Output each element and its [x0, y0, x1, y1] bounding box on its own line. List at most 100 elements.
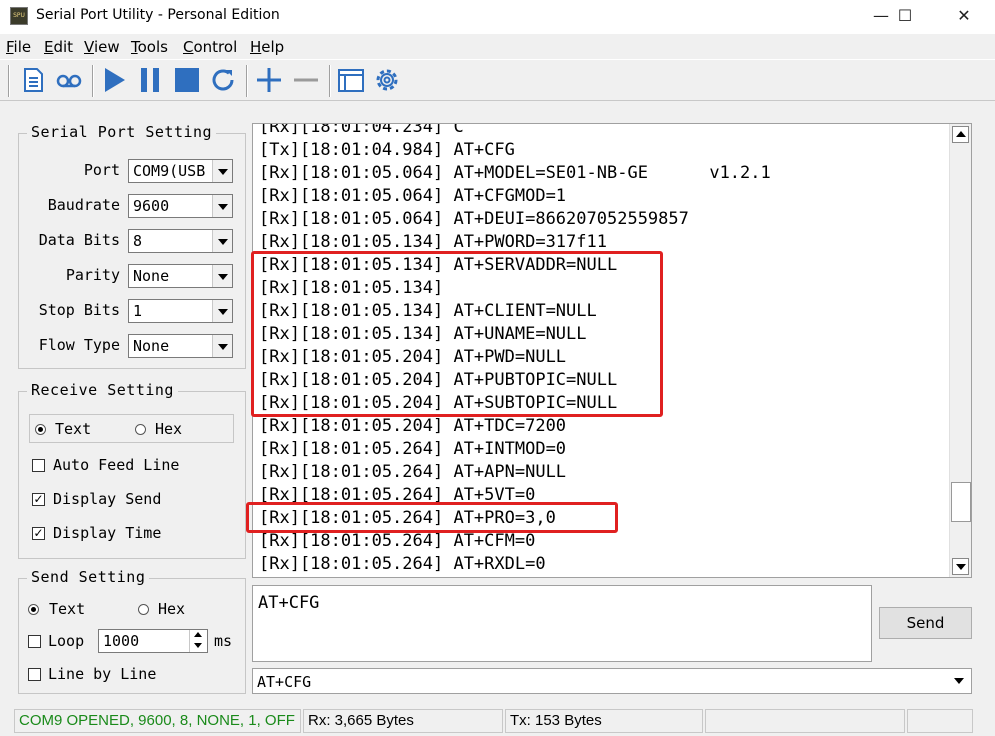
scroll-down-icon[interactable] [952, 558, 969, 575]
display-send-checkbox[interactable]: ✓ [32, 493, 45, 506]
chevron-down-icon [212, 160, 232, 182]
loop-label: Loop [48, 632, 85, 650]
refresh-button[interactable] [207, 64, 239, 96]
menu-view[interactable]: View [84, 38, 120, 56]
scroll-thumb[interactable] [951, 482, 971, 522]
toolbar-separator [329, 65, 331, 97]
title-bar: SPU Serial Port Utility - Personal Editi… [0, 0, 995, 34]
close-button[interactable]: ✕ [941, 0, 987, 34]
settings-icon [376, 69, 398, 91]
baudrate-select[interactable]: 9600 [128, 194, 233, 218]
port-select[interactable]: COM9(USB [128, 159, 233, 183]
receive-title: Receive Setting [27, 381, 178, 399]
pause-icon [141, 68, 159, 92]
log-line: [Rx][18:01:05.064] AT+DEUI=8662070525598… [259, 209, 689, 229]
log-line: [Rx][18:01:05.204] AT+TDC=7200 [259, 416, 567, 436]
send-text-radio[interactable] [28, 604, 39, 615]
send-input-text: AT+CFG [258, 593, 320, 613]
status-pane-empty [705, 709, 905, 733]
close-icon: ✕ [957, 6, 971, 25]
play-icon [105, 68, 125, 92]
log-line: [Rx][18:01:04.234] C [259, 123, 464, 137]
menu-bar: File Edit View Tools Control Help [0, 35, 995, 59]
send-text-label: Text [49, 600, 86, 618]
menu-edit[interactable]: Edit [44, 38, 73, 56]
receive-hex-label: Hex [155, 420, 183, 438]
port-status: COM9 OPENED, 9600, 8, NONE, 1, OFF [14, 709, 301, 733]
chevron-down-icon [212, 230, 232, 252]
remove-button[interactable] [290, 64, 322, 96]
flow-type-select[interactable]: None [128, 334, 233, 358]
chevron-down-icon [212, 265, 232, 287]
history-combo[interactable]: AT+CFG [252, 668, 972, 694]
data-bits-select[interactable]: 8 [128, 229, 233, 253]
pause-button[interactable] [134, 64, 166, 96]
display-time-label: Display Time [53, 524, 162, 542]
display-send-label: Display Send [53, 490, 162, 508]
data-bits-label: Data Bits [38, 231, 120, 249]
send-setting-title: Send Setting [27, 568, 150, 586]
loop-interval-stepper[interactable]: 1000 [98, 629, 208, 653]
play-button[interactable] [98, 64, 130, 96]
maximize-icon: ☐ [897, 6, 913, 25]
toolbar-grip [8, 65, 10, 97]
log-line: [Tx][18:01:04.984] AT+CFG [259, 140, 515, 160]
record-button[interactable] [53, 64, 85, 96]
log-scrollbar[interactable] [949, 124, 971, 577]
highlight-box-pro [246, 502, 618, 533]
stop-button[interactable] [171, 64, 203, 96]
send-hex-label: Hex [158, 600, 186, 618]
add-button[interactable] [253, 64, 285, 96]
send-input[interactable]: AT+CFG [252, 585, 872, 662]
add-icon [257, 68, 281, 92]
serial-port-title: Serial Port Setting [27, 123, 217, 141]
line-by-line-label: Line by Line [48, 665, 157, 683]
toolbar-separator [92, 65, 94, 97]
line-by-line-checkbox[interactable] [28, 668, 41, 681]
send-button[interactable]: Send [879, 607, 972, 639]
menu-file[interactable]: File [6, 38, 31, 56]
new-document-icon [24, 68, 43, 92]
record-icon [56, 74, 82, 88]
new-document-button[interactable] [17, 64, 49, 96]
rx-count: Rx: 3,665 Bytes [303, 709, 503, 733]
remove-icon [294, 78, 318, 82]
auto-feed-label: Auto Feed Line [53, 456, 180, 474]
menu-tools[interactable]: Tools [131, 38, 168, 56]
port-label: Port [83, 161, 120, 179]
log-line: [Rx][18:01:05.264] AT+RXDL=0 [259, 554, 546, 574]
receive-text-radio[interactable] [35, 424, 46, 435]
maximize-button[interactable]: ☐ [882, 0, 928, 34]
menu-help[interactable]: Help [250, 38, 284, 56]
status-pane-empty [907, 709, 973, 733]
window-icon [338, 69, 364, 92]
window-button[interactable] [335, 64, 367, 96]
auto-feed-checkbox[interactable] [32, 459, 45, 472]
log-line: [Rx][18:01:05.264] AT+CFM=0 [259, 531, 536, 551]
log-line: [Rx][18:01:05.064] AT+MODEL=SE01-NB-GE v… [259, 163, 771, 183]
loop-unit-label: ms [214, 632, 233, 650]
receive-hex-radio[interactable] [135, 424, 146, 435]
send-hex-radio[interactable] [138, 604, 149, 615]
refresh-icon [212, 69, 234, 91]
settings-button[interactable] [371, 64, 403, 96]
loop-checkbox[interactable] [28, 635, 41, 648]
highlight-box-mqtt [251, 251, 663, 417]
log-line: [Rx][18:01:05.064] AT+CFGMOD=1 [259, 186, 567, 206]
log-line: [Rx][18:01:05.264] AT+APN=NULL [259, 462, 567, 482]
stop-bits-select[interactable]: 1 [128, 299, 233, 323]
baudrate-label: Baudrate [47, 196, 120, 214]
toolbar [0, 59, 995, 101]
menu-control[interactable]: Control [183, 38, 237, 56]
flow-type-label: Flow Type [38, 336, 120, 354]
display-time-checkbox[interactable]: ✓ [32, 527, 45, 540]
tx-count: Tx: 153 Bytes [505, 709, 703, 733]
chevron-down-icon [950, 669, 968, 693]
scroll-up-icon[interactable] [952, 126, 969, 143]
chevron-down-icon [212, 300, 232, 322]
parity-select[interactable]: None [128, 264, 233, 288]
receive-text-label: Text [55, 420, 92, 438]
stop-icon [175, 68, 199, 92]
chevron-down-icon [212, 335, 232, 357]
log-line: [Rx][18:01:05.264] AT+INTMOD=0 [259, 439, 567, 459]
